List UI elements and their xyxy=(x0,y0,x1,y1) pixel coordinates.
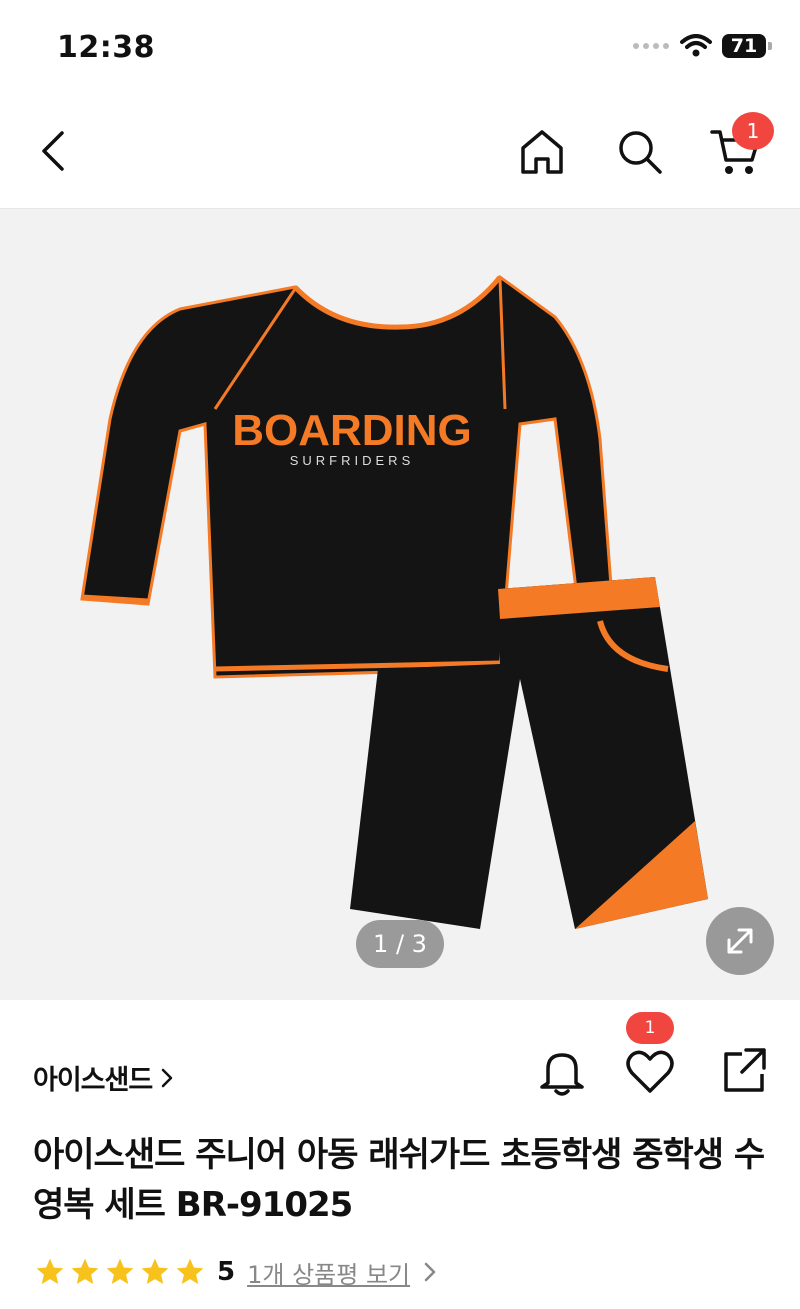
rating-row: 5 1개 상품평 보기 xyxy=(33,1252,440,1292)
search-button[interactable] xyxy=(612,124,668,180)
image-counter: 1 / 3 xyxy=(356,920,444,968)
status-bar: 12:38 71 xyxy=(0,0,800,100)
top-nav: 1 xyxy=(0,100,800,209)
heart-icon xyxy=(626,1050,674,1093)
share-icon xyxy=(724,1048,766,1092)
shirt-print-sub: SURFRIDERS xyxy=(290,453,415,468)
shorts-logo: Swim xyxy=(647,871,684,886)
wishlist-count-badge: 1 xyxy=(626,1012,674,1044)
shirt-print-main: BOARDING xyxy=(232,406,472,455)
battery-level: 71 xyxy=(730,35,758,57)
chevron-left-icon xyxy=(42,131,64,171)
product-title: 아이스샌드 주니어 아동 래쉬가드 초등학생 중학생 수영복 세트 BR-910… xyxy=(33,1135,765,1225)
expand-icon xyxy=(727,928,753,954)
brand-row: 아이스샌드 1 xyxy=(0,1000,800,1130)
star-rating xyxy=(33,1256,207,1288)
product-image-gallery[interactable]: BOARDING SURFRIDERS Swim xyxy=(0,209,800,1000)
back-button[interactable] xyxy=(28,126,78,176)
chevron-right-icon xyxy=(424,1262,436,1282)
expand-image-button[interactable] xyxy=(706,907,774,975)
star-icon xyxy=(71,1258,99,1284)
home-icon xyxy=(521,130,563,174)
search-icon xyxy=(619,131,662,174)
signal-icon xyxy=(633,43,669,49)
brand-link[interactable]: 아이스샌드 xyxy=(33,1058,176,1097)
product-image: BOARDING SURFRIDERS Swim xyxy=(80,274,708,929)
status-time: 12:38 xyxy=(57,30,155,65)
review-link[interactable]: 1개 상품평 보기 xyxy=(247,1255,410,1290)
notification-button[interactable] xyxy=(534,1044,590,1100)
chevron-right-icon xyxy=(161,1068,173,1087)
star-icon xyxy=(106,1258,134,1284)
cart-count-badge: 1 xyxy=(732,112,774,150)
wifi-icon xyxy=(680,34,712,57)
status-icons: 71 xyxy=(632,34,772,58)
star-icon xyxy=(141,1258,169,1284)
brand-name: 아이스샌드 xyxy=(33,1065,153,1096)
home-button[interactable] xyxy=(514,124,570,180)
star-icon xyxy=(176,1258,204,1284)
battery-icon: 71 xyxy=(722,34,772,58)
rating-value: 5 xyxy=(217,1257,236,1287)
share-button[interactable] xyxy=(716,1042,772,1098)
star-icon xyxy=(36,1258,64,1284)
bell-icon xyxy=(540,1053,584,1096)
wishlist-button[interactable] xyxy=(622,1044,678,1100)
